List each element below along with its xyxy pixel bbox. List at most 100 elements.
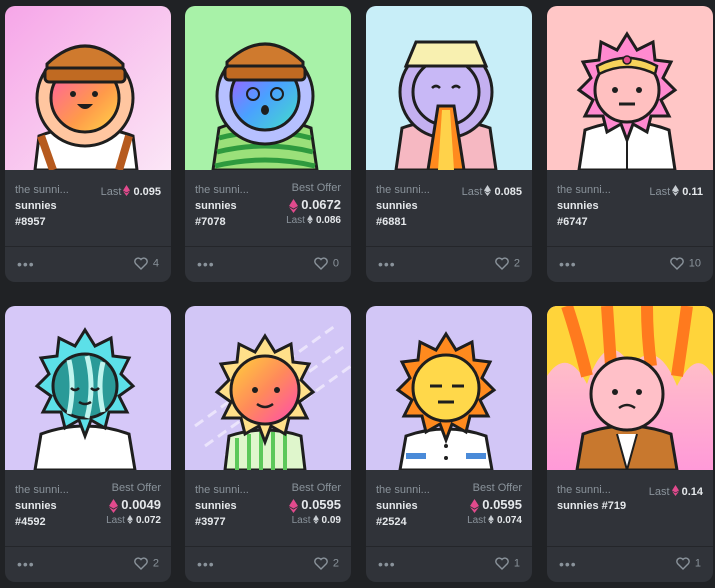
- nft-image[interactable]: [185, 6, 351, 170]
- more-options-icon[interactable]: •••: [17, 256, 35, 272]
- item-name: sunnies #8957: [15, 200, 57, 228]
- ethereum-icon: [127, 515, 133, 525]
- nft-image[interactable]: [547, 6, 713, 170]
- card-footer: ••• 1: [366, 546, 532, 582]
- ethereum-icon: [289, 498, 299, 513]
- nft-card[interactable]: the sunni... sunnies #6747 Last 0.11 ••• 1…: [547, 6, 713, 282]
- price-value: 0.095: [133, 186, 161, 198]
- like-count: 0: [332, 257, 339, 270]
- favorite-button[interactable]: 2: [314, 557, 339, 570]
- ethereum-icon: [109, 498, 119, 513]
- like-count: 4: [152, 257, 159, 270]
- item-name: sunnies #6881: [376, 200, 418, 228]
- price-label: Best Offer: [111, 482, 161, 494]
- price-label: Last: [648, 486, 670, 498]
- favorite-button[interactable]: 4: [134, 257, 159, 270]
- last-label: Last: [106, 514, 125, 526]
- ethereum-icon: [470, 498, 480, 513]
- ethereum-icon: [488, 515, 494, 525]
- nft-image[interactable]: [5, 306, 171, 470]
- price-block: Last 0.11: [649, 182, 703, 200]
- more-options-icon[interactable]: •••: [197, 556, 215, 572]
- item-name: sunnies #4592: [15, 500, 57, 528]
- price-value: 0.0595: [301, 497, 341, 512]
- collection-name[interactable]: the sunni...: [557, 184, 619, 196]
- collection-name[interactable]: the sunni...: [376, 484, 438, 496]
- last-price: 0.086: [315, 214, 341, 226]
- collection-name[interactable]: the sunni...: [195, 184, 257, 196]
- card-footer: ••• 2: [185, 546, 351, 582]
- like-count: 2: [513, 257, 520, 270]
- ethereum-icon: [307, 215, 313, 225]
- price-block: Last 0.14: [649, 482, 703, 500]
- heart-icon: [669, 257, 684, 270]
- ethereum-icon: [123, 185, 131, 197]
- item-name: sunnies #3977: [195, 500, 237, 528]
- nft-card[interactable]: the sunni... sunnies #3977 Best Offer 0.0…: [185, 306, 351, 582]
- price-label: Best Offer: [472, 482, 522, 494]
- nft-image[interactable]: [366, 306, 532, 470]
- price-block: Best Offer 0.0595 Last 0.09: [287, 482, 341, 526]
- nft-card[interactable]: the sunni... sunnies #6881 Last 0.085 ••• …: [366, 6, 532, 282]
- collection-name[interactable]: the sunni...: [195, 484, 257, 496]
- more-options-icon[interactable]: •••: [559, 556, 577, 572]
- collection-name[interactable]: the sunni...: [376, 184, 438, 196]
- nft-card[interactable]: the sunni... sunnies #8957 Last 0.095 ••• …: [5, 6, 171, 282]
- price-block: Best Offer 0.0049 Last 0.072: [106, 482, 161, 526]
- collection-name[interactable]: the sunni...: [15, 184, 77, 196]
- more-options-icon[interactable]: •••: [197, 256, 215, 272]
- nft-card[interactable]: the sunni... sunnies #7078 Best Offer 0.0…: [185, 6, 351, 282]
- item-name: sunnies #719: [557, 500, 627, 512]
- price-label: Last: [649, 186, 671, 198]
- price-value: 0.0595: [482, 497, 522, 512]
- more-options-icon[interactable]: •••: [378, 556, 396, 572]
- like-count: 10: [688, 257, 701, 270]
- card-footer: ••• 1: [547, 546, 713, 582]
- price-label: Best Offer: [291, 182, 341, 194]
- last-label: Last: [467, 514, 486, 526]
- nft-image[interactable]: [366, 6, 532, 170]
- price-label: Best Offer: [291, 482, 341, 494]
- price-value: 0.085: [494, 186, 522, 198]
- price-block: Last 0.085: [462, 182, 522, 200]
- favorite-button[interactable]: 10: [669, 257, 701, 270]
- ethereum-icon: [671, 485, 679, 497]
- collection-name[interactable]: the sunni...: [557, 484, 619, 496]
- price-value: 0.0049: [121, 497, 161, 512]
- collection-name[interactable]: the sunni...: [15, 484, 77, 496]
- price-value: 0.11: [682, 186, 703, 198]
- last-price: 0.072: [135, 514, 161, 526]
- card-footer: ••• 0: [185, 246, 351, 282]
- price-block: Last 0.095: [101, 182, 161, 200]
- more-options-icon[interactable]: •••: [378, 256, 396, 272]
- favorite-button[interactable]: 0: [314, 257, 339, 270]
- like-count: 1: [694, 557, 701, 570]
- heart-icon: [676, 557, 690, 570]
- card-footer: ••• 10: [547, 246, 713, 282]
- nft-card[interactable]: the sunni... sunnies #4592 Best Offer 0.0…: [5, 306, 171, 582]
- like-count: 2: [332, 557, 339, 570]
- nft-image[interactable]: [5, 6, 171, 170]
- nft-image[interactable]: [547, 306, 713, 470]
- favorite-button[interactable]: 2: [134, 557, 159, 570]
- item-name: sunnies #2524: [376, 500, 418, 528]
- heart-icon: [495, 257, 509, 270]
- more-options-icon[interactable]: •••: [559, 256, 577, 272]
- nft-card[interactable]: the sunni... sunnies #2524 Best Offer 0.0…: [366, 306, 532, 582]
- favorite-button[interactable]: 2: [495, 257, 520, 270]
- like-count: 1: [513, 557, 520, 570]
- more-options-icon[interactable]: •••: [17, 556, 35, 572]
- item-name: sunnies #7078: [195, 200, 237, 228]
- nft-card[interactable]: the sunni... sunnies #719 Last 0.14 ••• 1: [547, 306, 713, 582]
- price-label: Last: [100, 186, 122, 198]
- ethereum-icon: [289, 198, 299, 213]
- price-value: 0.14: [681, 486, 703, 498]
- heart-icon: [314, 557, 328, 570]
- price-block: Best Offer 0.0672 Last 0.086: [286, 182, 341, 226]
- last-label: Last: [286, 214, 305, 226]
- heart-icon: [495, 557, 509, 570]
- favorite-button[interactable]: 1: [676, 557, 701, 570]
- heart-icon: [134, 557, 148, 570]
- nft-image[interactable]: [185, 306, 351, 470]
- favorite-button[interactable]: 1: [495, 557, 520, 570]
